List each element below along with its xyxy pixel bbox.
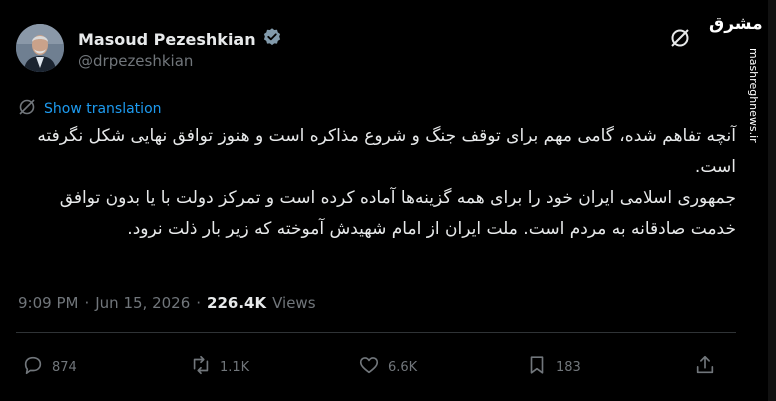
show-translation-link[interactable]: Show translation [18, 98, 162, 120]
meta-separator: · [84, 294, 90, 312]
tweet-date[interactable]: Jun 15, 2026 [95, 294, 190, 312]
reply-icon [22, 354, 44, 380]
bookmark-count: 183 [556, 359, 581, 375]
divider [16, 332, 736, 333]
heart-icon [358, 354, 380, 380]
share-icon [694, 354, 716, 380]
repost-count: 1.1K [220, 359, 250, 375]
scrollbar[interactable] [768, 0, 776, 401]
verified-badge-icon [262, 27, 282, 51]
author-handle[interactable]: @drpezeshkian [78, 52, 193, 70]
like-count: 6.6K [388, 359, 418, 375]
reply-button[interactable]: 874 [22, 354, 77, 380]
repost-icon [190, 354, 212, 380]
tweet-time[interactable]: 9:09 PM [18, 294, 78, 312]
author-name[interactable]: Masoud Pezeshkian [78, 30, 256, 49]
views-count: 226.4K [207, 294, 267, 312]
watermark-url: mashreghnews.ir [747, 48, 760, 143]
action-bar: 874 1.1K 6.6K 183 [22, 354, 722, 382]
tweet-text: آنچه تفاهم شده، گامی مهم برای توقف جنگ و… [37, 126, 736, 239]
bookmark-icon [526, 354, 548, 380]
bookmark-button[interactable]: 183 [526, 354, 581, 380]
meta-separator: · [196, 294, 202, 312]
reply-count: 874 [52, 359, 77, 375]
grok-icon[interactable] [669, 27, 691, 49]
repost-button[interactable]: 1.1K [190, 354, 249, 380]
watermark-logo: مشرق [709, 14, 763, 34]
like-button[interactable]: 6.6K [358, 354, 417, 380]
translate-icon [18, 98, 36, 120]
tweet-meta: 9:09 PM · Jun 15, 2026 · 226.4K Views [18, 294, 316, 312]
show-translation-label: Show translation [44, 101, 162, 117]
views-label: Views [272, 294, 316, 312]
share-button[interactable] [694, 354, 716, 380]
author-name-row: Masoud Pezeshkian [78, 27, 282, 51]
avatar[interactable] [16, 24, 64, 72]
